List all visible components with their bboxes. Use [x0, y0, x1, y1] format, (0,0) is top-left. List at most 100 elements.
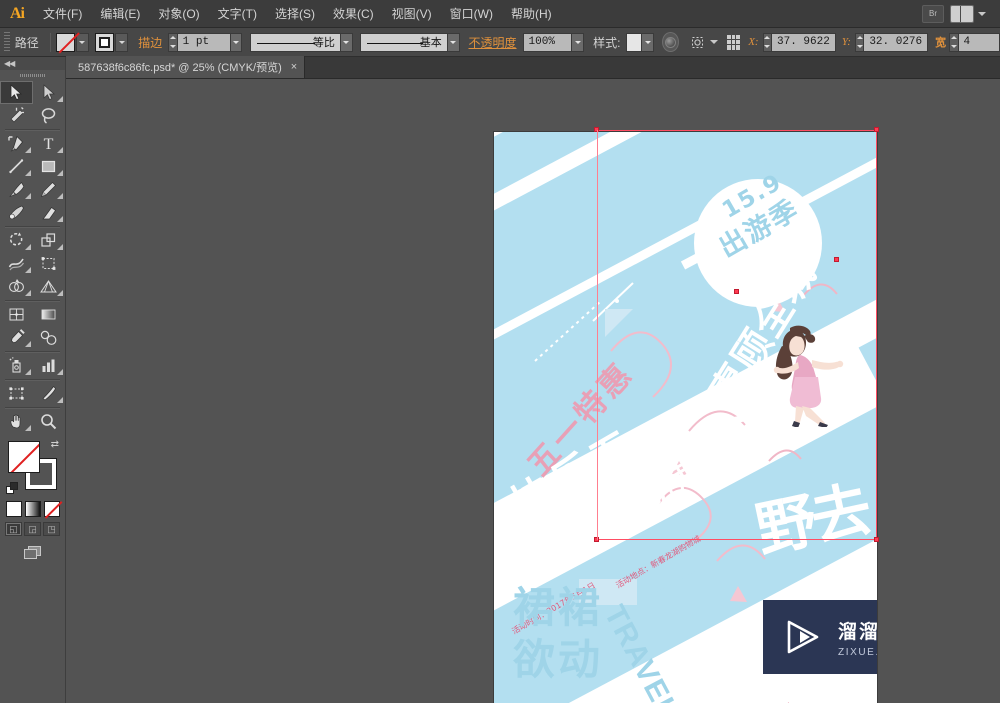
perspective-grid-tool[interactable]	[33, 275, 66, 298]
menu-view[interactable]: 视图(V)	[383, 0, 441, 28]
zoom-tool[interactable]	[33, 410, 66, 433]
selection-anchor-tr[interactable]	[874, 127, 879, 132]
slice-tool[interactable]	[33, 382, 66, 405]
opacity-label[interactable]: 不透明度	[469, 34, 517, 51]
color-mode-solid[interactable]	[5, 501, 22, 517]
document-tab[interactable]: 587638f6c86fc.psd* @ 25% (CMYK/预览) ×	[66, 56, 306, 78]
profile-dropdown-button[interactable]	[340, 32, 353, 52]
fill-swatch-group[interactable]	[55, 32, 89, 52]
screen-mode-row	[0, 544, 65, 561]
stroke-swatch-group[interactable]	[95, 32, 129, 52]
menu-file[interactable]: 文件(F)	[34, 0, 91, 28]
width-stepper[interactable]	[949, 32, 959, 52]
pencil-tool[interactable]	[33, 178, 66, 201]
symbol-sprayer-tool[interactable]	[0, 354, 33, 377]
x-coordinate-input[interactable]: 37. 9622	[772, 32, 836, 52]
width-tool[interactable]	[0, 252, 33, 275]
swap-fill-stroke-icon[interactable]: ⇄	[51, 439, 59, 450]
variable-width-profile-select[interactable]: 等比	[249, 32, 341, 52]
stroke-swatch-icon[interactable]	[95, 32, 115, 52]
menu-help[interactable]: 帮助(H)	[502, 0, 561, 28]
close-icon[interactable]: ×	[291, 61, 297, 73]
x-stepper[interactable]	[762, 32, 772, 52]
selection-anchor-mid[interactable]	[734, 289, 739, 294]
artboard-tool[interactable]	[0, 382, 33, 405]
selection-anchor-pt[interactable]	[834, 257, 839, 262]
menu-select[interactable]: 选择(S)	[266, 0, 324, 28]
line-segment-tool[interactable]	[0, 155, 33, 178]
magic-wand-tool[interactable]	[0, 104, 33, 127]
stroke-weight-label[interactable]: 描边	[138, 34, 162, 51]
width-label: 宽	[935, 37, 947, 49]
x-coordinate-label: X:	[748, 36, 759, 48]
draw-behind-mode[interactable]: ◲	[24, 522, 41, 536]
reference-point-selector[interactable]	[725, 33, 742, 52]
transform-dropdown-icon[interactable]	[709, 40, 718, 44]
control-bar-grip[interactable]	[4, 32, 10, 52]
blend-tool[interactable]	[33, 326, 66, 349]
selection-anchor-br[interactable]	[874, 537, 879, 542]
menu-type[interactable]: 文字(T)	[209, 0, 266, 28]
y-stepper[interactable]	[854, 32, 865, 52]
stroke-weight-input[interactable]: 1 pt	[177, 32, 231, 52]
y-coordinate-input[interactable]: 32. 0276	[864, 32, 929, 52]
draw-inside-mode[interactable]: ◳	[43, 522, 60, 536]
menu-window[interactable]: 窗口(W)	[441, 0, 502, 28]
brush-dropdown-button[interactable]	[447, 32, 460, 52]
bridge-icon[interactable]: Br	[922, 4, 944, 23]
poster-girl-illustration	[773, 325, 844, 427]
gradient-tool[interactable]	[33, 303, 66, 326]
column-graph-tool[interactable]	[33, 354, 66, 377]
scale-tool[interactable]	[33, 229, 66, 252]
tools-panel: ◀◀ T ⇄ ◱ ◲ ◳	[0, 57, 66, 703]
document-tab-bar: 587638f6c86fc.psd* @ 25% (CMYK/预览) ×	[66, 56, 1000, 79]
opacity-input[interactable]: 100%	[522, 32, 573, 52]
stroke-weight-dropdown[interactable]	[230, 32, 243, 52]
draw-normal-mode[interactable]: ◱	[5, 522, 22, 536]
opacity-dropdown-button[interactable]	[572, 32, 585, 52]
mesh-tool[interactable]	[0, 303, 33, 326]
canvas-area[interactable]: 15.9 出游季 惠顾全城 五一特惠 快乐五一 全部女装五折起 走 野去 活动地…	[66, 79, 1000, 703]
rectangle-tool[interactable]	[33, 155, 66, 178]
style-label: 样式:	[593, 35, 621, 50]
graphic-style-swatch[interactable]	[626, 32, 643, 52]
tools-panel-collapse[interactable]: ◀◀	[0, 57, 65, 70]
menu-edit[interactable]: 编辑(E)	[91, 0, 149, 28]
blob-brush-tool[interactable]	[0, 201, 33, 224]
fill-swatch-icon[interactable]	[55, 32, 75, 52]
artboard-poster[interactable]: 15.9 出游季 惠顾全城 五一特惠 快乐五一 全部女装五折起 走 野去 活动地…	[493, 131, 878, 703]
menu-effect[interactable]: 效果(C)	[324, 0, 383, 28]
direct-selection-tool[interactable]	[33, 81, 66, 104]
change-screen-mode-icon[interactable]	[22, 544, 44, 561]
stroke-weight-stepper[interactable]	[168, 32, 178, 52]
brush-definition-select[interactable]: 基本	[360, 32, 448, 52]
control-bar: 路径 描边 1 pt 等比 基本 不透明度 100% 样式: X: 37. 96…	[0, 28, 1000, 57]
width-input[interactable]: 4	[958, 32, 1000, 52]
fill-color-swatch[interactable]	[8, 441, 40, 473]
color-mode-none[interactable]	[43, 501, 60, 517]
selection-type-label: 路径	[14, 35, 39, 50]
shape-builder-tool[interactable]	[0, 275, 33, 298]
transform-target-icon[interactable]	[689, 33, 705, 52]
default-fill-stroke-icon[interactable]	[6, 482, 19, 495]
menu-object[interactable]: 对象(O)	[149, 0, 208, 28]
selection-tool[interactable]	[0, 81, 33, 104]
color-mode-gradient[interactable]	[24, 501, 41, 517]
type-tool[interactable]: T	[33, 132, 66, 155]
pen-tool[interactable]	[0, 132, 33, 155]
svg-text:T: T	[44, 136, 54, 152]
target-indicator-icon[interactable]	[662, 32, 680, 52]
stroke-dropdown-button[interactable]	[115, 32, 129, 52]
eyedropper-tool[interactable]	[0, 326, 33, 349]
poster-brand-block-1: 裙裙	[513, 583, 604, 632]
paintbrush-tool[interactable]	[0, 178, 33, 201]
eraser-tool[interactable]	[33, 201, 66, 224]
lasso-tool[interactable]	[33, 104, 66, 127]
tools-panel-grip[interactable]	[0, 70, 65, 81]
guide-vertical-left	[597, 130, 598, 540]
free-transform-tool[interactable]	[33, 252, 66, 275]
workspace-switcher[interactable]	[950, 4, 986, 23]
style-dropdown-button[interactable]	[642, 32, 655, 52]
hand-tool[interactable]	[0, 410, 33, 433]
rotate-tool[interactable]	[0, 229, 33, 252]
